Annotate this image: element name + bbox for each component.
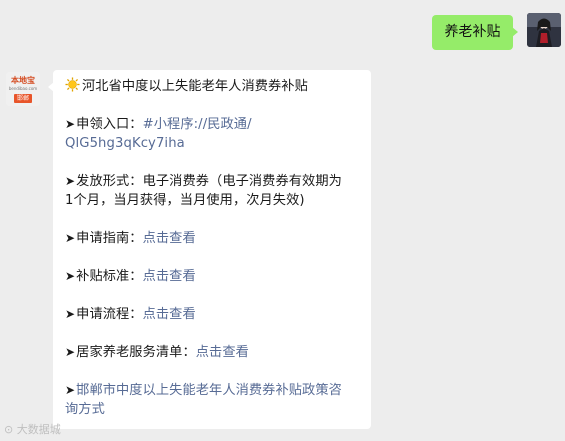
issue-form-label: 发放形式： [76, 174, 143, 189]
issue-form-text-continued: 1个月，当月获得，当月使用，次月失效) [65, 193, 305, 208]
apply-entry-link-continued[interactable]: QlG5hg3qKcy7iha [65, 136, 185, 151]
user-avatar[interactable] [527, 13, 561, 47]
arrow-icon: ➤ [65, 117, 76, 131]
standard-label: 补贴标准： [76, 269, 143, 284]
issue-form-text: 电子消费券（电子消费券有效期为 [142, 174, 342, 189]
service-list-label: 居家养老服务清单： [76, 345, 196, 360]
arrow-icon: ➤ [65, 269, 76, 283]
apply-entry-label: 申领入口： [76, 117, 143, 132]
guide-link[interactable]: 点击查看 [143, 231, 196, 246]
watermark: ⊙ 大数据城 [4, 423, 61, 436]
arrow-icon: ➤ [65, 231, 76, 245]
consult-link[interactable]: 邯郸市中度以上失能老年人消费券补贴政策咨 [76, 383, 342, 398]
process-link[interactable]: 点击查看 [143, 307, 196, 322]
arrow-icon: ➤ [65, 307, 76, 321]
apply-entry-line: ➤申领入口：#小程序://民政通/ [65, 115, 360, 134]
arrow-icon: ➤ [65, 345, 76, 359]
arrow-icon: ➤ [65, 383, 76, 397]
outgoing-message-bubble[interactable]: 养老补贴 [432, 15, 518, 50]
user-avatar-image [527, 13, 561, 47]
guide-line: ➤申请指南：点击查看 [65, 229, 360, 248]
avatar-brand-url: bendibao.com [8, 86, 38, 91]
process-line: ➤申请流程：点击查看 [65, 305, 360, 324]
outgoing-message-text: 养老补贴 [444, 24, 501, 40]
standard-line: ➤补贴标准：点击查看 [65, 267, 360, 286]
message-title-line: 河北省中度以上失能老年人消费券补贴 [65, 77, 360, 96]
incoming-message-bubble[interactable]: 河北省中度以上失能老年人消费券补贴 ➤申领入口：#小程序://民政通/ QlG5… [48, 70, 371, 429]
sender-avatar[interactable]: 本地宝 bendibao.com 邯郸 [6, 72, 40, 106]
process-label: 申请流程： [76, 307, 143, 322]
consult-link-continued[interactable]: 询方式 [65, 402, 105, 417]
avatar-city-tag: 邯郸 [14, 94, 32, 103]
guide-label: 申请指南： [76, 231, 143, 246]
service-list-link[interactable]: 点击查看 [196, 345, 249, 360]
consult-line: ➤邯郸市中度以上失能老年人消费券补贴政策咨 [65, 381, 360, 400]
issue-form-line: ➤发放形式：电子消费券（电子消费券有效期为 [65, 172, 360, 191]
avatar-brand-name: 本地宝 [11, 76, 35, 85]
service-list-line: ➤居家养老服务清单：点击查看 [65, 343, 360, 362]
message-title: 河北省中度以上失能老年人消费券补贴 [82, 79, 308, 94]
standard-link[interactable]: 点击查看 [143, 269, 196, 284]
arrow-icon: ➤ [65, 174, 76, 188]
sun-icon [65, 77, 80, 92]
apply-entry-link[interactable]: #小程序://民政通/ [143, 117, 252, 132]
